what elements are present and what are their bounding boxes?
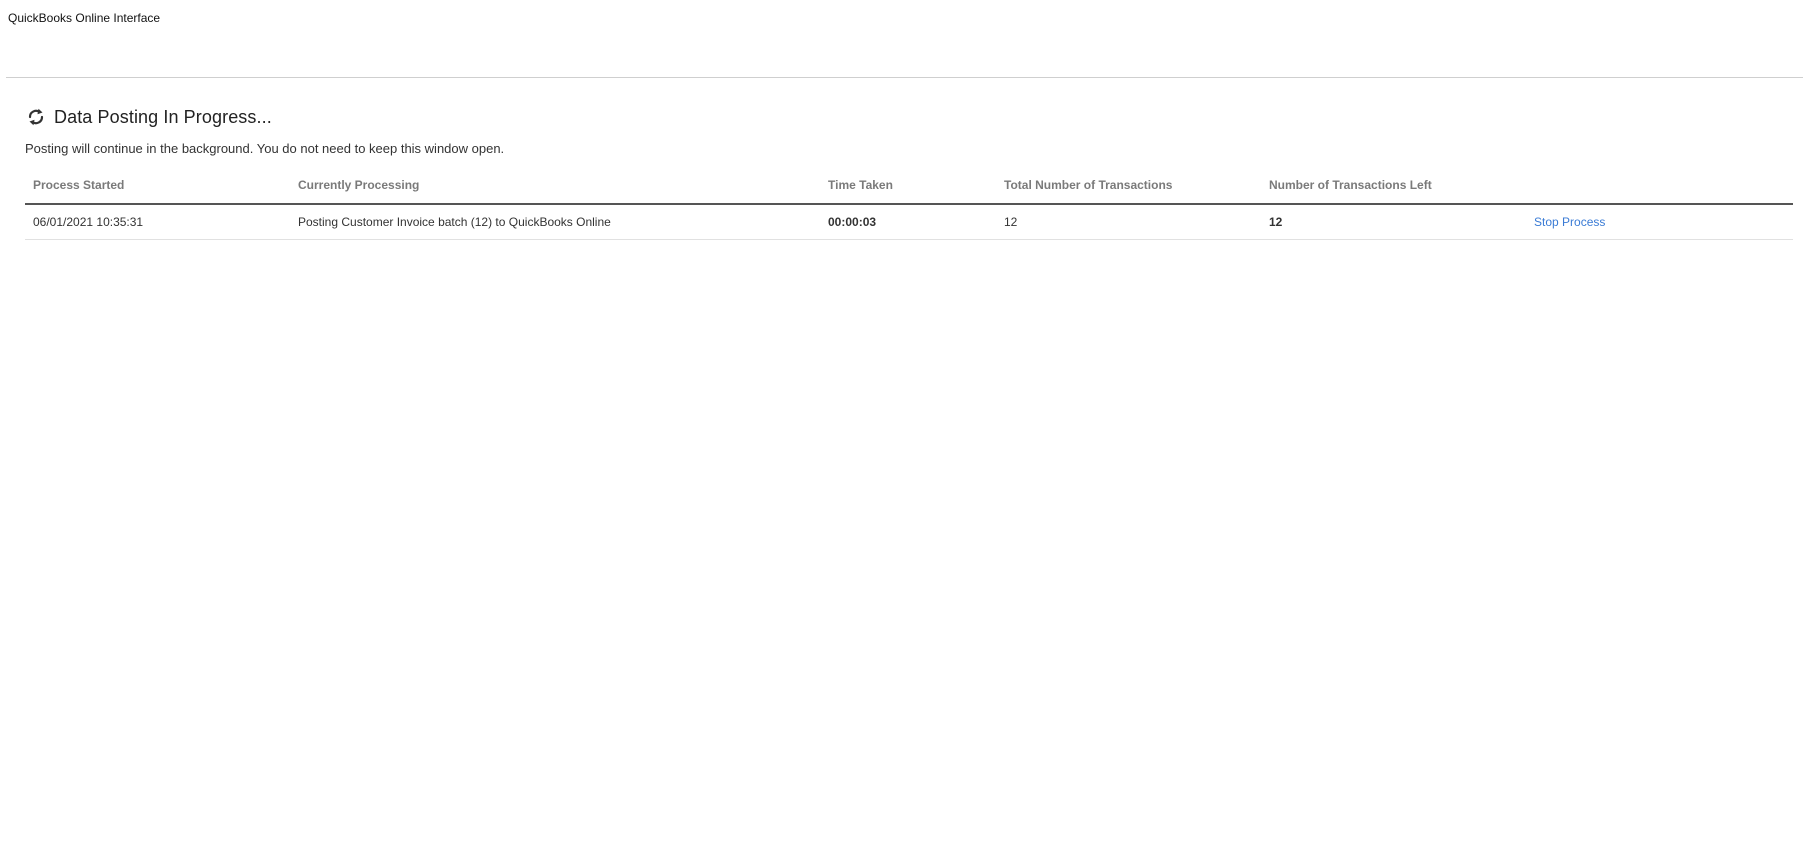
column-header-total-transactions: Total Number of Transactions <box>996 177 1261 205</box>
progress-table: Process Started Currently Processing Tim… <box>25 177 1793 240</box>
cell-time-taken: 00:00:03 <box>820 204 996 240</box>
posting-progress-panel: Data Posting In Progress... Posting will… <box>25 100 1793 240</box>
column-header-transactions-left: Number of Transactions Left <box>1261 177 1526 205</box>
cell-currently-processing: Posting Customer Invoice batch (12) to Q… <box>290 204 820 240</box>
cell-transactions-left: 12 <box>1261 204 1526 240</box>
header-divider <box>6 77 1803 78</box>
app-title: QuickBooks Online Interface <box>8 11 161 25</box>
page-title: Data Posting In Progress... <box>54 106 272 127</box>
status-heading-row: Data Posting In Progress... <box>25 100 1793 134</box>
stop-process-link[interactable]: Stop Process <box>1534 215 1605 229</box>
column-header-process-started: Process Started <box>25 177 290 205</box>
column-header-action <box>1526 177 1793 205</box>
table-header-row: Process Started Currently Processing Tim… <box>25 177 1793 205</box>
cell-action: Stop Process <box>1526 204 1793 240</box>
refresh-icon <box>25 106 47 128</box>
column-header-currently-processing: Currently Processing <box>290 177 820 205</box>
column-header-time-taken: Time Taken <box>820 177 996 205</box>
status-message: Posting will continue in the background.… <box>25 141 505 156</box>
cell-total-transactions: 12 <box>996 204 1261 240</box>
table-row: 06/01/2021 10:35:31 Posting Customer Inv… <box>25 204 1793 240</box>
cell-process-started: 06/01/2021 10:35:31 <box>25 204 290 240</box>
